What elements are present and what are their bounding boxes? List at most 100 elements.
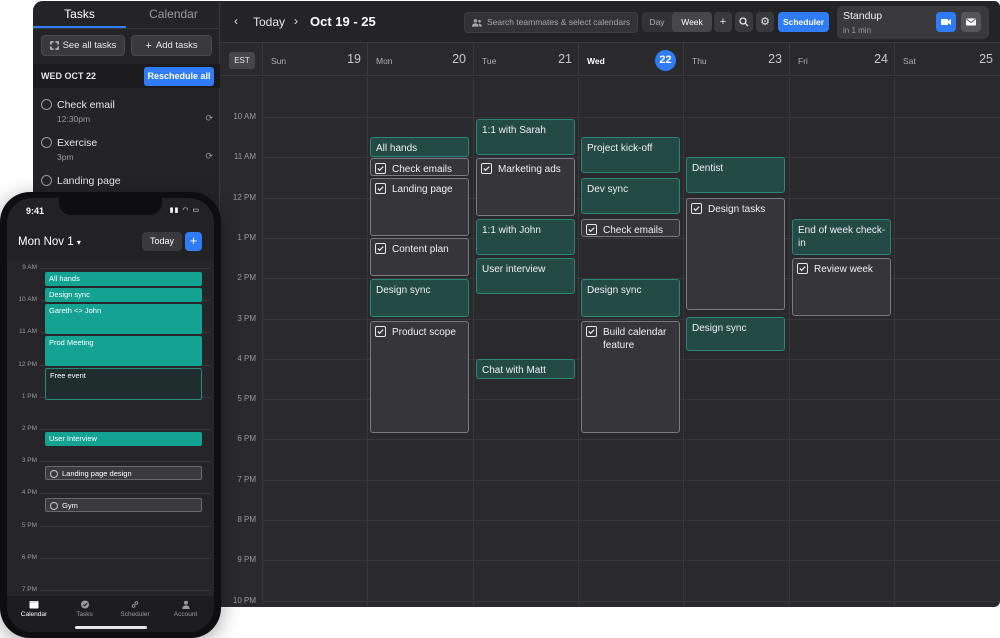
add-tasks-button[interactable]: + Add tasks — [131, 35, 212, 56]
event-title: Chat with Matt — [482, 365, 546, 376]
phone-event[interactable]: Design sync — [45, 288, 202, 302]
event-block[interactable]: 1:1 with John — [476, 219, 575, 255]
phone-date-title[interactable]: Mon Nov 1 ▾ — [18, 236, 81, 248]
check-circle-icon[interactable] — [50, 470, 58, 478]
task-checkbox[interactable] — [41, 99, 52, 110]
today-button[interactable]: Today — [253, 15, 285, 29]
checkbox-checked-icon[interactable] — [375, 183, 386, 194]
hour-gridline — [40, 268, 210, 269]
day-header-sat[interactable]: Sat 25 — [894, 43, 999, 76]
checkbox-checked-icon[interactable] — [375, 163, 386, 174]
hour-label: 5 PM — [237, 394, 256, 404]
checkbox-checked-icon[interactable] — [481, 163, 492, 174]
phone-event[interactable]: User Interview — [45, 432, 202, 446]
task-block[interactable]: Design tasks — [686, 198, 785, 310]
day-header-tue[interactable]: Tue 21 — [473, 43, 578, 76]
tab-label: Tasks — [76, 611, 93, 618]
prev-week-chevron-icon[interactable]: ‹ — [234, 14, 238, 28]
add-event-plus-icon[interactable]: + — [714, 12, 732, 32]
phone-event[interactable]: Prod Meeting — [45, 336, 202, 366]
phone-tab-calendar[interactable]: Calendar — [9, 600, 59, 618]
email-guests-icon[interactable] — [961, 12, 981, 32]
day-date: 25 — [979, 52, 993, 66]
hour-label: 3 PM — [21, 457, 37, 465]
check-circle-icon[interactable] — [50, 502, 58, 510]
search-icon-button[interactable] — [735, 12, 753, 32]
scheduler-button[interactable]: Scheduler — [778, 12, 829, 32]
phone-tab-tasks[interactable]: Tasks — [60, 600, 110, 618]
checkbox-checked-icon[interactable] — [797, 263, 808, 274]
repeat-icon: ⟳ — [205, 113, 213, 123]
task-block[interactable]: Build calendar feature — [581, 321, 680, 433]
task-item[interactable]: Exercise 3pm ⟳ — [41, 136, 213, 166]
phone-event[interactable]: Landing page design — [45, 466, 202, 480]
phone-add-button[interactable]: + — [185, 232, 202, 251]
task-block[interactable]: Content plan — [370, 238, 469, 276]
phone-event[interactable]: Gym — [45, 498, 202, 512]
event-block[interactable]: Design sync — [581, 279, 680, 317]
see-all-tasks-button[interactable]: See all tasks — [41, 35, 125, 56]
task-block[interactable]: Review week — [792, 258, 891, 316]
task-block[interactable]: Check emails — [370, 158, 469, 176]
timezone-badge[interactable]: EST — [229, 52, 255, 69]
event-block[interactable]: Design sync — [370, 279, 469, 317]
task-block[interactable]: Marketing ads — [476, 158, 575, 216]
next-week-chevron-icon[interactable]: › — [294, 14, 298, 28]
event-block[interactable]: Project kick-off — [581, 137, 680, 173]
event-title: Review week — [814, 264, 873, 275]
tab-tasks[interactable]: Tasks — [33, 1, 126, 28]
phone-tab-scheduler[interactable]: Scheduler — [110, 600, 160, 618]
week-day-header: EST Sun 19 Mon 20 Tue 21 Wed 22 Thu 23 Fri 24 Sat 25 — [220, 43, 1000, 76]
view-day-button[interactable]: Day — [642, 12, 672, 32]
event-block[interactable]: User interview — [476, 258, 575, 294]
event-block[interactable]: Dentist — [686, 157, 785, 193]
day-header-thu[interactable]: Thu 23 — [683, 43, 788, 76]
checkbox-checked-icon[interactable] — [691, 203, 702, 214]
people-icon — [472, 19, 482, 27]
task-item[interactable]: Check email 12:30pm ⟳ — [41, 98, 213, 128]
event-title: End of week check-in — [798, 225, 886, 249]
task-time: 12:30pm — [57, 114, 91, 124]
day-header-mon[interactable]: Mon 20 — [367, 43, 472, 76]
task-block[interactable]: Product scope — [370, 321, 469, 433]
divider — [33, 28, 220, 29]
day-name: Fri — [798, 56, 808, 66]
task-block[interactable]: Landing page — [370, 178, 469, 236]
task-checkbox[interactable] — [41, 175, 52, 186]
upcoming-meeting-card[interactable]: Standup in 1 min — [837, 6, 989, 39]
hour-gridline — [40, 557, 210, 559]
phone-event[interactable]: Gareth <> John — [45, 304, 202, 334]
event-block[interactable]: End of week check-in — [792, 219, 891, 255]
event-block[interactable]: Chat with Matt — [476, 359, 575, 379]
day-header-wed[interactable]: Wed 22 — [578, 43, 683, 76]
reschedule-all-button[interactable]: Reschedule all — [144, 67, 214, 86]
hour-gridline — [40, 429, 210, 430]
event-title: Content plan — [392, 244, 449, 255]
settings-gear-icon[interactable]: ⚙ — [756, 12, 774, 32]
task-date-header: WED OCT 22 Reschedule all — [33, 64, 220, 88]
task-checkbox[interactable] — [41, 137, 52, 148]
event-block[interactable]: Design sync — [686, 317, 785, 351]
phone-event[interactable]: All hands — [45, 272, 202, 286]
checkbox-checked-icon[interactable] — [375, 243, 386, 254]
checkbox-checked-icon[interactable] — [586, 224, 597, 235]
hour-label: 12 PM — [18, 360, 37, 368]
day-header-fri[interactable]: Fri 24 — [789, 43, 894, 76]
event-block[interactable]: 1:1 with Sarah — [476, 119, 575, 155]
task-block[interactable]: Check emails — [581, 219, 680, 237]
tab-calendar[interactable]: Calendar — [127, 1, 220, 28]
checkbox-checked-icon[interactable] — [375, 326, 386, 337]
event-title: Dentist — [692, 163, 724, 174]
phone-tab-account[interactable]: Account — [161, 600, 211, 618]
phone-event[interactable]: Free event — [45, 368, 202, 400]
join-video-icon[interactable] — [936, 12, 956, 32]
event-block[interactable]: All hands — [370, 137, 469, 157]
day-header-sun[interactable]: Sun 19 — [262, 43, 367, 76]
teammate-search-input[interactable]: Search teammates & select calendars — [464, 12, 638, 33]
checkbox-checked-icon[interactable] — [586, 326, 597, 337]
view-week-button[interactable]: Week — [672, 12, 712, 32]
event-block[interactable]: Dev sync — [581, 178, 680, 214]
phone-today-button[interactable]: Today — [142, 232, 182, 251]
event-title: All hands — [376, 143, 418, 154]
add-tasks-label: Add tasks — [155, 40, 198, 51]
